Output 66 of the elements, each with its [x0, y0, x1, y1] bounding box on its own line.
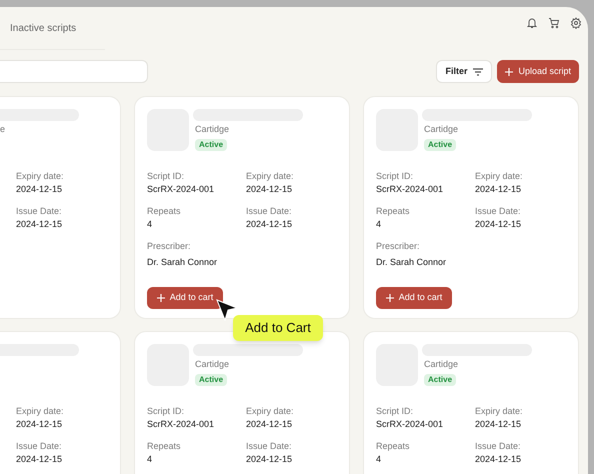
field-value: 4 — [376, 218, 382, 230]
product-type: e — [0, 124, 6, 134]
field-value: ScrRX-2024-001 — [147, 418, 216, 430]
field-value: 2024-12-15 — [246, 453, 294, 465]
field-label: Repeats — [147, 205, 182, 217]
field-value: 2024-12-15 — [16, 453, 64, 465]
plus-icon — [386, 294, 394, 302]
field-label: Repeats — [376, 205, 411, 217]
field-label: Script ID: — [376, 405, 414, 417]
product-type: Cartidge — [424, 358, 460, 370]
field-value: 2024-12-15 — [475, 453, 522, 465]
field-label: Issue Date: — [475, 440, 522, 452]
search-field[interactable] — [0, 60, 148, 83]
bell-icon[interactable] — [526, 17, 538, 29]
field-label: Expiry date: — [475, 405, 524, 417]
field-value: 2024-12-15 — [246, 183, 294, 195]
add-to-cart-button[interactable]: Add to cart — [376, 287, 452, 309]
field-label: Script ID: — [147, 405, 186, 417]
field-label: Issue Date: — [475, 205, 522, 217]
field-value: 2024-12-15 — [246, 418, 294, 430]
field-label: Repeats — [147, 440, 182, 452]
field-value: 2024-12-15 — [475, 218, 522, 230]
field-value: 2024-12-15 — [246, 218, 294, 230]
field-label: Prescriber: — [376, 240, 421, 252]
field-label: Expiry date: — [246, 170, 295, 182]
field-value: 2024-12-15 — [475, 418, 522, 430]
field-value: 2024-12-15 — [475, 183, 522, 195]
field-label: Expiry date: — [16, 405, 65, 417]
status-badge: Active — [195, 374, 228, 386]
field-value: 2024-12-15 — [16, 183, 64, 195]
field-label: Issue Date: — [16, 440, 63, 452]
field-label: Expiry date: — [475, 170, 524, 182]
product-type: Cartidge — [424, 123, 460, 135]
status-badge: Active — [195, 139, 228, 151]
upload-script-button[interactable]: Upload script — [497, 60, 579, 83]
filter-button[interactable]: Filter — [436, 60, 492, 83]
add-to-cart-button[interactable]: Add to cart — [147, 287, 223, 309]
field-value: 4 — [376, 453, 382, 465]
field-label: Repeats — [376, 440, 411, 452]
field-value: ScrRX-2024-001 — [376, 183, 444, 195]
status-badge: Active — [424, 374, 456, 386]
field-label: Script ID: — [147, 170, 186, 182]
field-value: ScrRX-2024-001 — [147, 183, 216, 195]
settings-icon[interactable] — [570, 17, 582, 29]
filter-icon — [473, 68, 484, 76]
plus-icon — [505, 68, 514, 76]
field-value: 2024-12-15 — [16, 218, 64, 230]
field-value: Dr. Sarah Connor — [147, 256, 218, 268]
field-label: Issue Date: — [246, 205, 293, 217]
field-value: 4 — [147, 453, 154, 465]
product-type: Cartidge — [195, 123, 230, 135]
field-label: Prescriber: — [147, 240, 192, 252]
field-label: Issue Date: — [246, 440, 293, 452]
cart-icon[interactable] — [548, 17, 560, 29]
product-type: Cartidge — [195, 358, 230, 370]
field-label: Expiry date: — [16, 170, 65, 182]
tooltip: Add to Cart — [233, 315, 323, 341]
field-label: Expiry date: — [246, 405, 295, 417]
field-value: Dr. Sarah Connor — [376, 256, 448, 268]
field-value: 4 — [147, 218, 154, 230]
field-label: Issue Date: — [16, 205, 63, 217]
field-value: 2024-12-15 — [16, 418, 64, 430]
field-value: ScrRX-2024-001 — [376, 418, 444, 430]
plus-icon — [156, 294, 165, 302]
field-label: Script ID: — [376, 170, 414, 182]
status-badge: Active — [424, 139, 456, 151]
